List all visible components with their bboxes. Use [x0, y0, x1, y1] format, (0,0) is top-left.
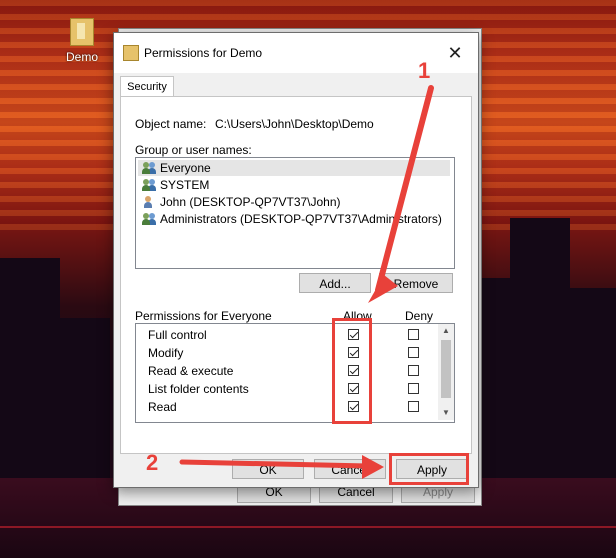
- step-1-marker: 1: [418, 58, 431, 83]
- step-2-marker: 2: [146, 450, 159, 475]
- annotation-arrows: [179, 85, 434, 479]
